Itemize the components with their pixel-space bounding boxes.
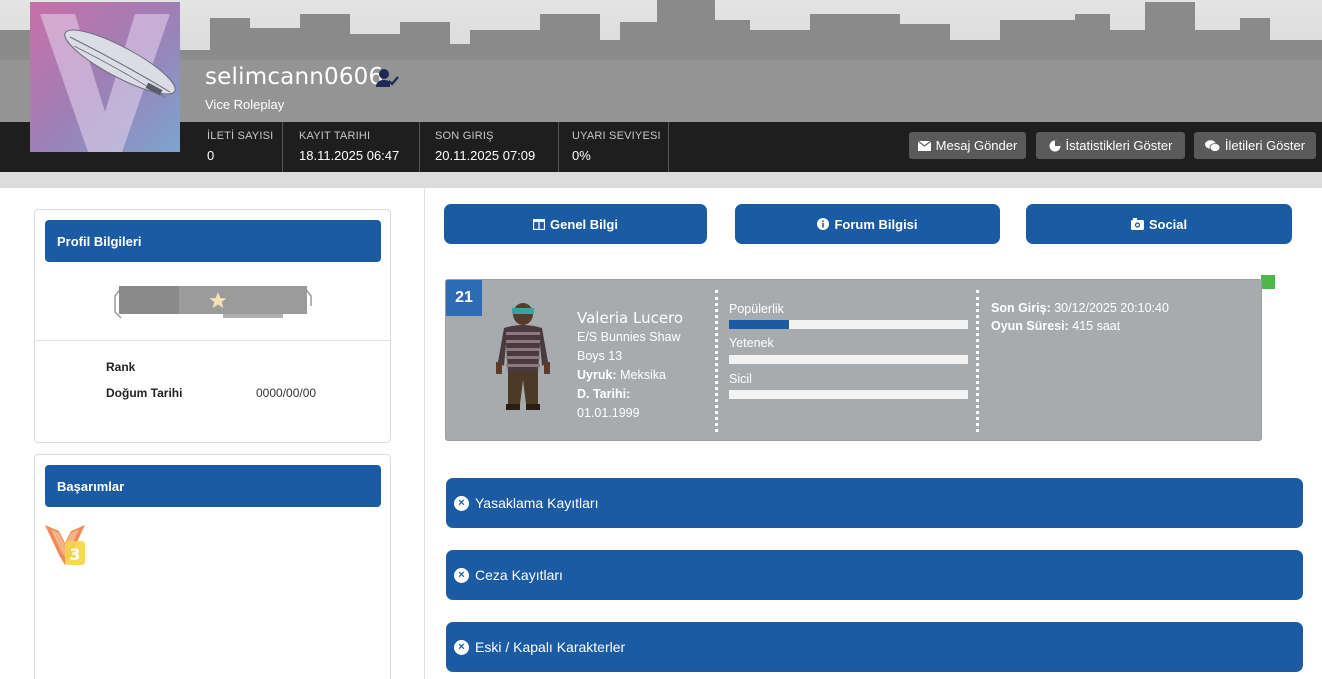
card-divider	[35, 340, 390, 341]
show-posts-button[interactable]: İletileri Göster	[1194, 132, 1316, 159]
popularity-bar	[729, 320, 968, 329]
achievements-header: Başarımlar	[45, 465, 381, 507]
stat-label: UYARI SEVIYESI	[572, 130, 661, 142]
close-circle-icon: ×	[454, 639, 469, 655]
profile-info-card: Profil Bilgileri Rank Doğum Tarihi 0000/…	[34, 209, 391, 443]
achievement-badge-text: 3	[69, 545, 80, 564]
character-last-login-value: 30/12/2025 20:10:40	[1054, 301, 1169, 315]
character-last-login: Son Giriş: 30/12/2025 20:10:40	[991, 301, 1169, 315]
birth-date-label: Doğum Tarihi	[106, 386, 183, 400]
character-nationality-value: Meksika	[620, 368, 666, 382]
profile-info-header: Profil Bilgileri	[45, 220, 381, 262]
character-name: Valeria Lucero	[577, 309, 684, 327]
tab-forum-info-label: Forum Bilgisi	[834, 216, 918, 232]
tab-social-label: Social	[1148, 216, 1188, 232]
close-circle-icon: ×	[454, 567, 469, 583]
skill-bar	[729, 355, 968, 364]
close-circle-icon: ×	[454, 495, 469, 511]
columns-icon	[533, 218, 546, 230]
penalty-records-label: Ceza Kayıtları	[475, 567, 563, 583]
character-id-badge: 21	[446, 280, 482, 316]
skill-label: Yetenek	[729, 336, 774, 350]
ban-records-label: Yasaklama Kayıtları	[475, 495, 599, 511]
old-characters-label: Eski / Kapalı Karakterler	[475, 639, 626, 655]
stat-value: 20.11.2025 07:09	[435, 148, 536, 163]
stat-label: İLETİ SAYISI	[207, 130, 274, 142]
stat-post-count: İLETİ SAYISI 0	[194, 122, 283, 172]
old-characters-section[interactable]: × Eski / Kapalı Karakterler	[446, 622, 1303, 672]
birth-date-value: 0000/00/00	[256, 386, 317, 400]
send-message-label: Mesaj Gönder	[935, 138, 1018, 153]
stat-value: 0	[207, 148, 215, 163]
popularity-bar-fill	[729, 320, 789, 329]
info-circle-icon	[817, 218, 830, 230]
profile-server-name: Vice Roleplay	[205, 97, 285, 112]
character-birth-value: 01.01.1999	[577, 406, 640, 420]
city-skyline-image	[0, 0, 1322, 122]
ban-records-section[interactable]: × Yasaklama Kayıtları	[446, 478, 1303, 528]
show-statistics-button[interactable]: İstatistikleri Göster	[1036, 132, 1185, 159]
achievements-card: Başarımlar 3	[34, 454, 391, 679]
character-last-login-label: Son Giriş:	[991, 301, 1051, 315]
stat-label: KAYIT TARIHI	[299, 130, 371, 142]
character-play-time: Oyun Süresi: 415 saat	[991, 319, 1120, 333]
rank-label: Rank	[106, 360, 136, 374]
user-avatar	[30, 2, 180, 152]
banner-bottom-strip	[0, 172, 1322, 188]
record-bar	[729, 390, 968, 399]
character-skin-image	[490, 300, 560, 412]
user-verified-icon	[376, 68, 400, 88]
pie-chart-icon	[1049, 140, 1061, 151]
profile-username: selimcann0606	[205, 64, 384, 90]
comments-icon	[1204, 139, 1220, 152]
popularity-label: Popülerlik	[729, 302, 784, 316]
tab-forum-info[interactable]: Forum Bilgisi	[735, 204, 1000, 244]
stat-register-date: KAYIT TARIHI 18.11.2025 06:47	[286, 122, 420, 172]
character-nationality-label: Uyruk:	[577, 368, 617, 382]
tab-general-info-label: Genel Bilgi	[550, 216, 618, 232]
rank-badge-image	[113, 284, 313, 324]
character-birth-label: D. Tarihi:	[577, 387, 631, 401]
character-card[interactable]: 21 Valeria Lucero E/S Bunnies Shaw Boys …	[445, 279, 1262, 441]
character-faction-line1: E/S Bunnies Shaw	[577, 330, 681, 344]
stat-label: SON GIRIŞ	[435, 130, 494, 142]
achievement-badge-icon[interactable]: 3	[45, 525, 85, 569]
tab-social[interactable]: Social	[1026, 204, 1292, 244]
character-faction-line2: Boys 13	[577, 349, 623, 363]
camera-retro-icon	[1130, 218, 1144, 230]
character-nationality: Uyruk: Meksika	[577, 368, 666, 382]
show-statistics-label: İstatistikleri Göster	[1065, 138, 1173, 153]
stat-warning-level: UYARI SEVIYESI 0%	[559, 122, 669, 172]
penalty-records-section[interactable]: × Ceza Kayıtları	[446, 550, 1303, 600]
vice-roleplay-logo-image	[30, 2, 180, 152]
stat-last-login: SON GIRIŞ 20.11.2025 07:09	[422, 122, 559, 172]
character-online-status-indicator	[1261, 275, 1275, 289]
left-sidebar: Profil Bilgileri Rank Doğum Tarihi 0000/…	[0, 188, 425, 679]
tab-general-info[interactable]: Genel Bilgi	[444, 204, 707, 244]
column-divider	[976, 290, 979, 432]
character-play-time-label: Oyun Süresi:	[991, 319, 1069, 333]
record-label: Sicil	[729, 372, 752, 386]
stat-value: 18.11.2025 06:47	[299, 148, 400, 163]
envelope-icon	[917, 140, 931, 151]
show-posts-label: İletileri Göster	[1224, 138, 1306, 153]
stat-value: 0%	[572, 148, 591, 163]
profile-banner	[0, 0, 1322, 122]
send-message-button[interactable]: Mesaj Gönder	[909, 132, 1026, 159]
column-divider	[715, 290, 718, 432]
character-play-time-value: 415 saat	[1072, 319, 1121, 333]
